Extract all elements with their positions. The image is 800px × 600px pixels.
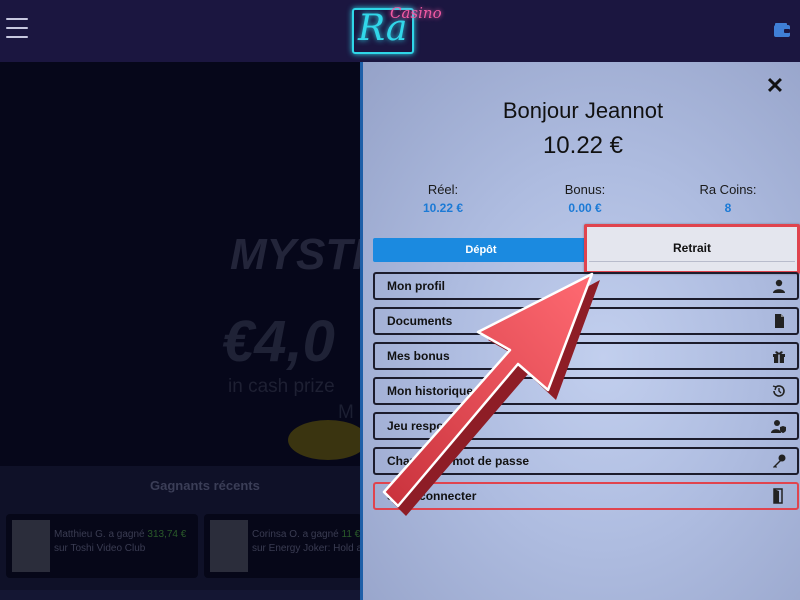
promo-amount: €4,0 <box>222 309 335 374</box>
tab-retrait[interactable]: Retrait <box>584 224 800 274</box>
menu-item-label: Mon historique <box>387 384 473 398</box>
menu-item-responsible-gaming[interactable]: Jeu responsable <box>373 412 799 440</box>
user-icon <box>773 279 785 293</box>
key-icon <box>773 454 786 468</box>
tab-retrait-label: Retrait <box>672 241 711 255</box>
winner-game: sur Toshi Video Club <box>54 543 146 554</box>
winners-title: Gagnants récents <box>150 478 260 493</box>
stat-value: 0.00 € <box>568 201 602 215</box>
winner-name: Matthieu G. a gagné <box>54 529 145 540</box>
stat-real: Réel: 10.22 € <box>383 182 503 215</box>
menu-item-change-password[interactable]: Changer le mot de passe <box>373 447 799 475</box>
game-thumbnail <box>210 520 248 572</box>
menu-item-bonus[interactable]: Mes bonus <box>373 342 799 370</box>
greeting: Bonjour Jeannot <box>502 98 664 123</box>
document-icon <box>775 314 784 328</box>
stat-label: Réel: <box>427 182 459 197</box>
user-shield-icon <box>771 420 786 433</box>
menu-item-label: Se déconnecter <box>387 489 477 503</box>
wallet-icon[interactable] <box>773 22 791 38</box>
winner-amount: 313,74 € <box>147 529 187 540</box>
tab-depot[interactable]: Dépôt <box>373 238 589 262</box>
stat-label: Ra Coins: <box>699 182 757 197</box>
menu-item-label: Changer le mot de passe <box>387 454 530 468</box>
stat-label: Bonus: <box>564 182 606 197</box>
menu-item-label: Mon profil <box>387 279 445 293</box>
menu-item-profile[interactable]: Mon profil <box>373 272 799 300</box>
account-panel: ✕ Bonjour Jeannot 10.22 € Réel: 10.22 € … <box>360 62 800 600</box>
winner-game: sur Energy Joker: Hold an <box>252 543 362 554</box>
stat-value: 8 <box>724 201 732 215</box>
winner-amount: 11 € <box>341 529 361 540</box>
promo-title: MYSTI <box>230 230 362 279</box>
logo-subtext: Casino <box>390 4 442 22</box>
gift-icon <box>773 351 785 363</box>
stat-ra-coins: Ra Coins: 8 <box>668 182 788 215</box>
top-bar: Ra Casino <box>0 0 800 62</box>
winner-name: Corinsa O. a gagné <box>252 529 339 540</box>
logout-door-icon <box>773 488 783 504</box>
promo-subtitle: in cash prize <box>228 376 335 397</box>
bottom-nav-bar <box>0 590 362 600</box>
menu-item-documents[interactable]: Documents <box>373 307 799 335</box>
menu-item-label: Documents <box>387 314 453 328</box>
stat-value: 10.22 € <box>422 201 464 215</box>
game-thumbnail <box>12 520 50 572</box>
menu-item-label: Jeu responsable <box>387 419 482 433</box>
menu-item-logout[interactable]: Se déconnecter <box>373 482 799 510</box>
history-icon <box>772 385 785 397</box>
total-balance: 10.22 € <box>542 132 624 159</box>
winner-card[interactable]: Corinsa O. a gagné 11 € sur Energy Joker… <box>204 514 362 578</box>
stat-bonus: Bonus: 0.00 € <box>525 182 645 215</box>
close-icon[interactable]: ✕ <box>765 75 785 97</box>
promo-coin-image <box>288 420 362 460</box>
winner-card[interactable]: Matthieu G. a gagné 313,74 € sur Toshi V… <box>6 514 198 578</box>
background-page: MYSTI €4,0 in cash prize M Gagnants réce… <box>0 62 362 600</box>
menu-item-label: Mes bonus <box>387 349 450 363</box>
casino-logo[interactable]: Ra Casino <box>350 4 446 56</box>
menu-item-history[interactable]: Mon historique <box>373 377 799 405</box>
hamburger-icon[interactable] <box>6 18 30 40</box>
recent-winners: Gagnants récents Matthieu G. a gagné 313… <box>0 466 362 600</box>
